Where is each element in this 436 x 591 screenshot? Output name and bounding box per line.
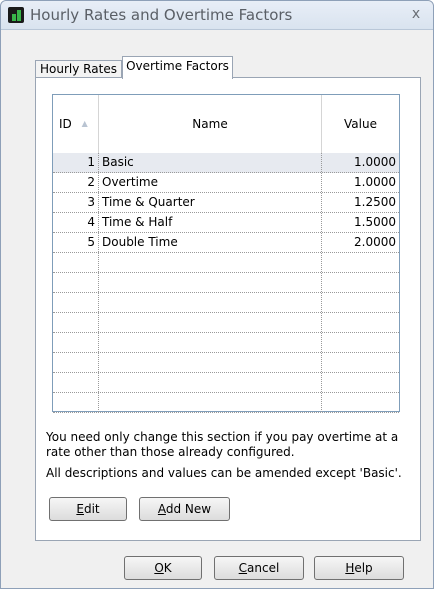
- cell-value: 1.0000: [354, 155, 396, 169]
- cell-id: 3: [53, 193, 99, 212]
- overtime-factors-panel: ID ▲ Name Value 1 Basic 1.0000 2 Overtime 1.0…: [35, 77, 421, 541]
- cell-name: [99, 253, 322, 272]
- cell-value: [322, 253, 399, 272]
- table-row[interactable]: 1 Basic 1.0000: [53, 153, 399, 173]
- grid-body: 1 Basic 1.0000 2 Overtime 1.0000 3 Time & Quart…: [53, 153, 399, 413]
- cell-name: Time & Half: [99, 213, 322, 232]
- app-chart-icon: [8, 7, 24, 23]
- info-line-overtime: You need only change this section if you…: [46, 430, 399, 459]
- empty-table-row[interactable]: [53, 313, 399, 333]
- cell-value: 1.5000: [354, 215, 396, 229]
- tab-hourly-rates[interactable]: Hourly Rates: [35, 60, 122, 78]
- table-row[interactable]: 2 Overtime 1.0000: [53, 173, 399, 193]
- table-row[interactable]: 4 Time & Half 1.5000: [53, 213, 399, 233]
- cell-value: [322, 293, 399, 312]
- empty-table-row[interactable]: [53, 273, 399, 293]
- column-header-value[interactable]: Value: [322, 95, 399, 153]
- cell-id: [53, 353, 99, 372]
- info-text: You need only change this section if you…: [46, 430, 418, 487]
- empty-table-row[interactable]: [53, 353, 399, 373]
- cell-name: [99, 373, 322, 392]
- cell-id: [53, 253, 99, 272]
- cell-name: Time & Quarter: [99, 193, 322, 212]
- close-button[interactable]: x: [407, 5, 425, 23]
- table-row[interactable]: 3 Time & Quarter 1.2500: [53, 193, 399, 213]
- cell-name: Basic: [99, 153, 322, 172]
- empty-table-row[interactable]: [53, 253, 399, 273]
- empty-table-row[interactable]: [53, 333, 399, 353]
- column-header-name[interactable]: Name: [99, 95, 322, 153]
- cell-value: [322, 333, 399, 352]
- cell-name: [99, 273, 322, 292]
- cell-name: Double Time: [99, 233, 322, 252]
- tab-overtime-factors[interactable]: Overtime Factors: [122, 56, 233, 79]
- cell-value: 1.2500: [354, 195, 396, 209]
- column-header-id-label: ID: [59, 117, 72, 131]
- cell-value: 1.0000: [354, 175, 396, 189]
- cell-name: [99, 333, 322, 352]
- cell-name: [99, 353, 322, 372]
- cell-value: 2.0000: [354, 235, 396, 249]
- cell-value: [322, 313, 399, 332]
- ok-button[interactable]: OK: [124, 556, 202, 580]
- cell-value: [322, 273, 399, 292]
- info-line-amend: All descriptions and values can be amend…: [46, 466, 402, 480]
- sort-ascending-icon: ▲: [81, 119, 88, 128]
- window-title: Hourly Rates and Overtime Factors: [30, 6, 293, 24]
- cell-value: [322, 353, 399, 372]
- empty-table-row[interactable]: [53, 293, 399, 313]
- cell-id: 2: [53, 173, 99, 192]
- empty-table-row[interactable]: [53, 373, 399, 393]
- cell-id: 4: [53, 213, 99, 232]
- grid-header: ID ▲ Name Value: [53, 95, 399, 154]
- cell-name: [99, 393, 322, 412]
- cell-id: 1: [53, 153, 99, 172]
- cell-value: [322, 393, 399, 412]
- column-header-id[interactable]: ID ▲: [53, 95, 99, 153]
- cancel-button[interactable]: Cancel: [214, 556, 304, 580]
- empty-table-row[interactable]: [53, 393, 399, 413]
- cell-id: [53, 313, 99, 332]
- edit-button[interactable]: Edit: [49, 497, 127, 521]
- cell-id: [53, 293, 99, 312]
- cell-id: 5: [53, 233, 99, 252]
- cell-name: Overtime: [99, 173, 322, 192]
- cell-name: [99, 313, 322, 332]
- cell-id: [53, 273, 99, 292]
- cell-id: [53, 393, 99, 412]
- overtime-factors-grid[interactable]: ID ▲ Name Value 1 Basic 1.0000 2 Overtime 1.0…: [52, 94, 400, 413]
- dialog-window: Hourly Rates and Overtime Factors x Hour…: [0, 0, 434, 589]
- cell-id: [53, 373, 99, 392]
- table-row[interactable]: 5 Double Time 2.0000: [53, 233, 399, 253]
- cell-value: [322, 373, 399, 392]
- add-new-button[interactable]: Add New: [139, 497, 230, 521]
- cell-name: [99, 293, 322, 312]
- title-bar[interactable]: Hourly Rates and Overtime Factors x: [1, 1, 433, 30]
- cell-id: [53, 333, 99, 352]
- help-button[interactable]: Help: [314, 556, 404, 580]
